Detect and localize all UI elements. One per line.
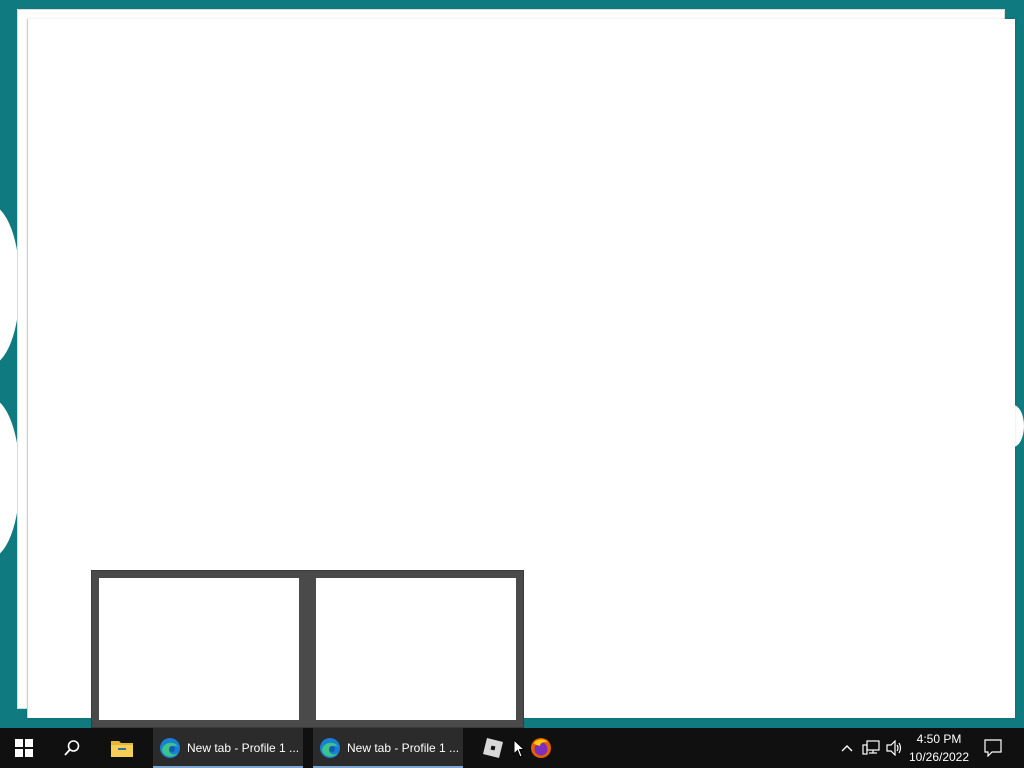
wallpaper-shape: [0, 205, 20, 365]
folder-icon: [111, 741, 133, 757]
file-explorer-button[interactable]: [98, 728, 146, 768]
wallpaper-shape: [0, 398, 20, 558]
taskbar-app-label: New tab - Profile 1 ...: [347, 741, 460, 755]
chevron-up-icon: [841, 745, 853, 752]
clock-time: 4:50 PM: [916, 732, 962, 746]
clock-date: 10/26/2022: [908, 750, 970, 764]
windows-start-icon: [15, 739, 33, 757]
network-icon: [862, 740, 880, 755]
taskbar-app-edge-2[interactable]: New tab - Profile 1 ...: [313, 728, 463, 768]
volume-button[interactable]: [884, 728, 906, 768]
taskbar: New tab - Profile 1 ... New tab - Profil…: [0, 728, 1024, 768]
taskbar-app-roblox[interactable]: [470, 728, 516, 768]
action-center-button[interactable]: [978, 728, 1008, 768]
edge-icon: [160, 738, 180, 758]
volume-icon: [886, 740, 902, 756]
window-thumbnail-1[interactable]: [99, 578, 299, 720]
taskbar-app-label: New tab - Profile 1 ...: [187, 741, 300, 755]
desktop: [0, 0, 1024, 728]
taskbar-clock[interactable]: 4:50 PM 10/26/2022: [906, 730, 972, 766]
taskbar-thumbnail-popup: [91, 570, 524, 728]
search-icon: [64, 740, 80, 756]
firefox-icon: [531, 738, 551, 758]
taskbar-app-edge-1[interactable]: New tab - Profile 1 ...: [153, 728, 303, 768]
window-thumbnail-2[interactable]: [316, 578, 516, 720]
network-button[interactable]: [860, 728, 882, 768]
start-button[interactable]: [0, 728, 48, 768]
notification-icon: [984, 739, 1002, 757]
search-button[interactable]: [48, 728, 96, 768]
edge-icon: [320, 738, 340, 758]
show-hidden-icons-button[interactable]: [838, 728, 856, 768]
roblox-icon: [483, 738, 503, 758]
mouse-cursor-icon: [513, 739, 525, 758]
